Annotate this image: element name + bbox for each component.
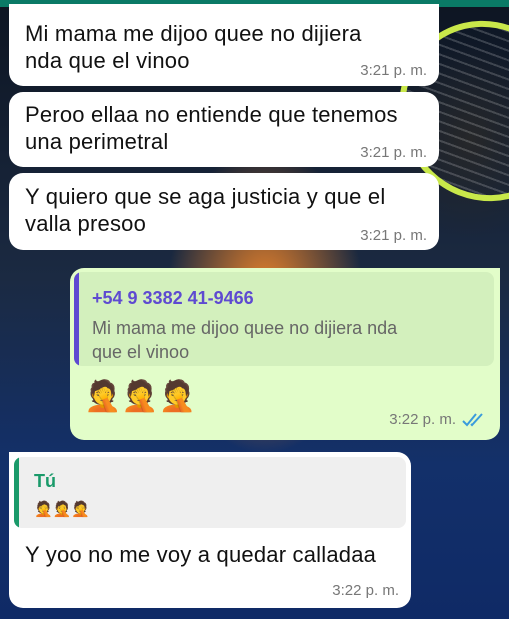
message-text-line: valla presoo — [25, 211, 147, 236]
incoming-message[interactable]: Y quiero que se aga justicia y que el va… — [9, 173, 439, 250]
quote-bar — [14, 457, 19, 528]
facepalm-emoji-quote: 🤦🤦🤦 — [34, 501, 91, 518]
incoming-message[interactable]: Mi mama me dijoo quee no dijiera nda que… — [9, 4, 439, 86]
incoming-message[interactable]: Peroo ellaa no entiende que tenemos una … — [9, 92, 439, 167]
message-time: 3:21 p. m. — [360, 227, 427, 244]
quoted-message[interactable]: +54 9 3382 41-9466 Mi mama me dijoo quee… — [74, 272, 494, 366]
quote-bar — [74, 272, 79, 366]
message-time: 3:21 p. m. — [360, 62, 427, 79]
facepalm-emoji-message: 🤦🤦🤦 — [84, 380, 197, 413]
double-check-read-icon — [462, 413, 483, 427]
quote-text-line: que el vinoo — [92, 342, 190, 362]
quote-author: +54 9 3382 41-9466 — [92, 288, 254, 308]
message-text-line: Y quiero que se aga justicia y que el — [25, 184, 386, 209]
outgoing-message[interactable]: +54 9 3382 41-9466 Mi mama me dijoo quee… — [70, 268, 500, 440]
quoted-message[interactable]: Tú 🤦🤦🤦 — [14, 457, 406, 528]
message-time: 3:22 p. m. — [332, 582, 399, 599]
message-time: 3:21 p. m. — [360, 144, 427, 161]
message-text: Y yoo no me voy a quedar calladaa — [25, 542, 377, 567]
message-text-line: Peroo ellaa no entiende que tenemos — [25, 102, 398, 127]
message-text-line: Mi mama me dijoo quee no dijiera — [25, 21, 362, 46]
quote-text-line: Mi mama me dijoo quee no dijiera nda — [92, 318, 398, 338]
message-text-line: una perimetral — [25, 129, 169, 154]
message-text-line: nda que el vinoo — [25, 48, 190, 73]
message-time: 3:22 p. m. — [389, 411, 456, 428]
incoming-reply-message[interactable]: Tú 🤦🤦🤦 Y yoo no me voy a quedar calladaa… — [9, 452, 411, 608]
quote-author: Tú — [34, 471, 56, 491]
